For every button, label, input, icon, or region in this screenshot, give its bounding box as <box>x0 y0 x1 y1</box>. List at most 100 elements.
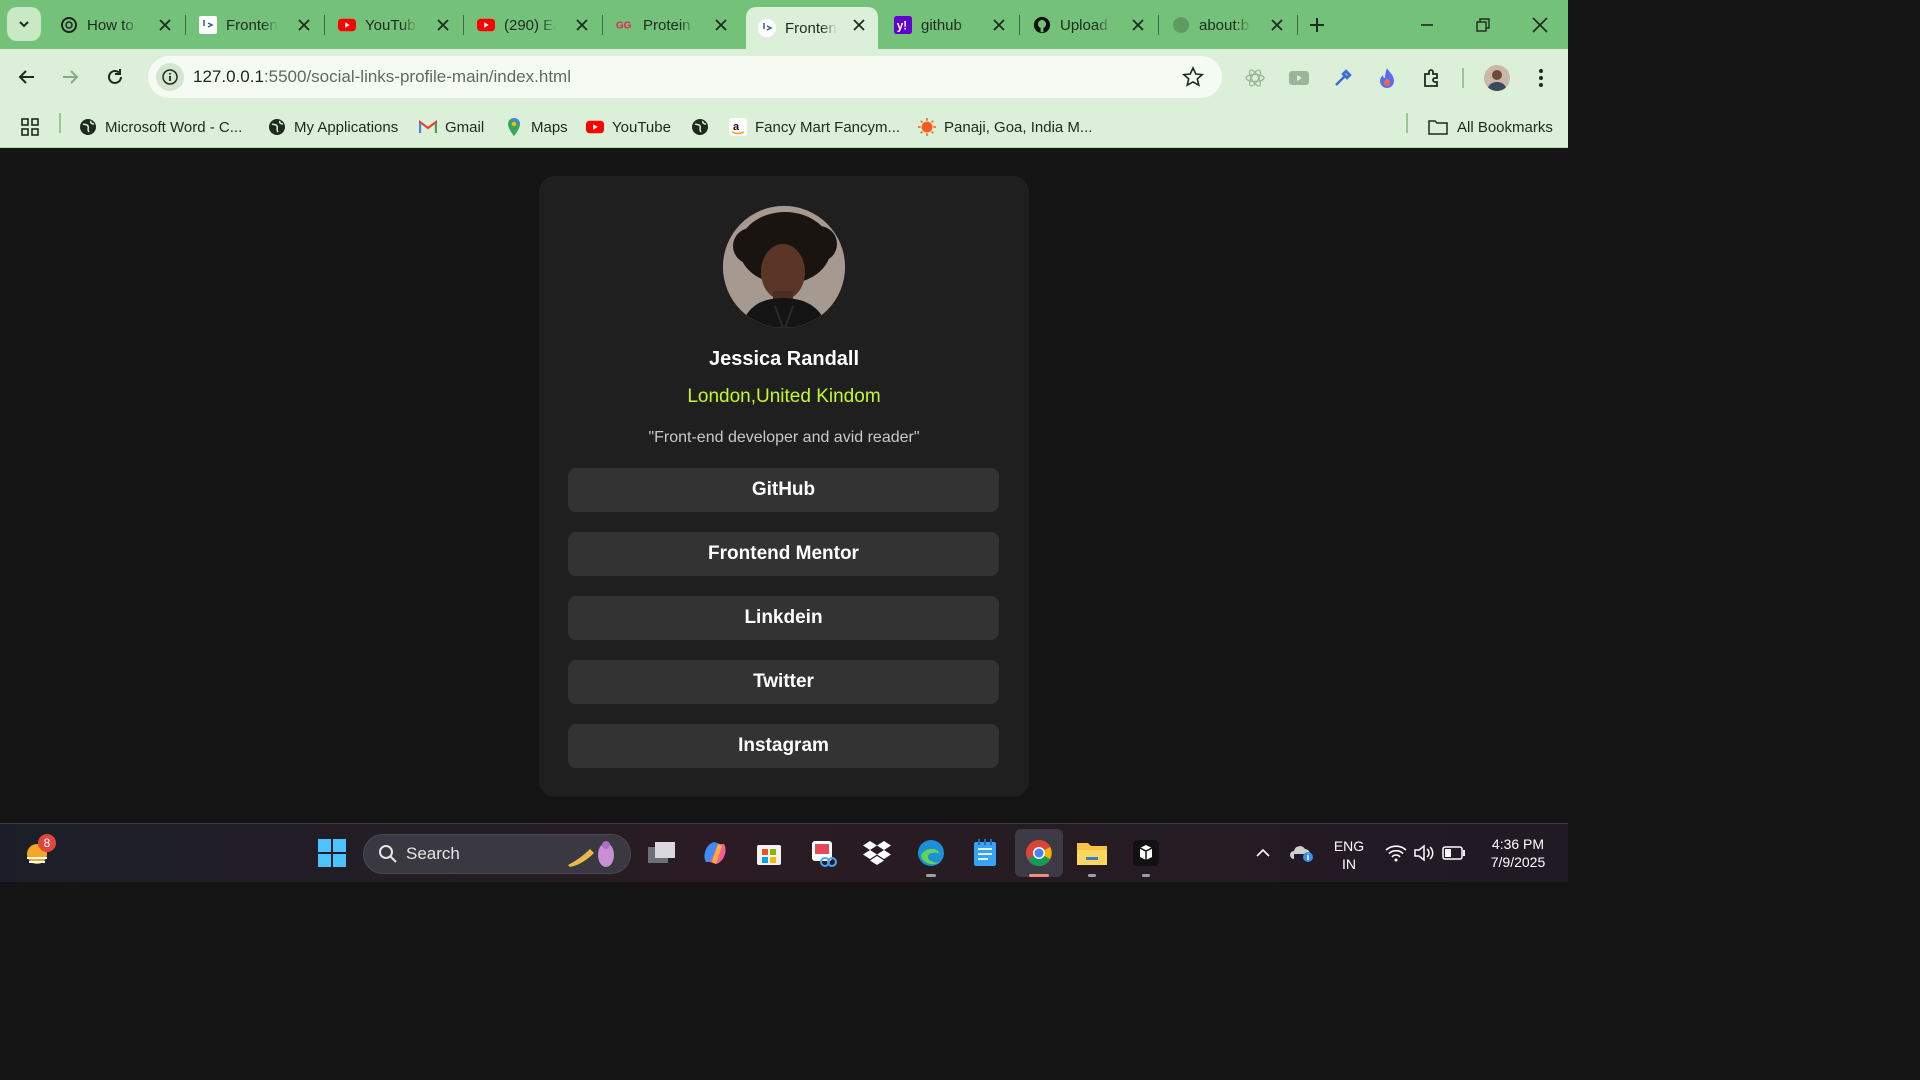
copilot-app[interactable] <box>697 835 733 871</box>
taskbar-search-box[interactable]: Search <box>363 834 631 874</box>
bookmark-item[interactable] <box>691 113 717 141</box>
language-indicator[interactable]: ENG IN <box>1330 837 1368 873</box>
tab-title: Frontend <box>785 19 837 37</box>
bookmark-item[interactable]: Maps <box>505 113 568 141</box>
reload-button[interactable] <box>101 63 129 91</box>
profile-avatar[interactable] <box>1484 65 1510 91</box>
tab-title: YouTube <box>365 16 417 34</box>
extensions-puzzle-icon[interactable] <box>1420 66 1444 90</box>
browser-menu-button[interactable] <box>1529 66 1553 90</box>
youtube-icon <box>338 16 356 34</box>
restore-button[interactable] <box>1468 10 1498 40</box>
edge-icon <box>918 840 944 866</box>
search-placeholder: Search <box>406 844 460 863</box>
url-path: :5500/social-links-profile-main/index.ht… <box>263 67 571 86</box>
folder-icon <box>1427 118 1449 136</box>
notepad-app[interactable] <box>967 835 1003 871</box>
file-explorer-app[interactable] <box>1074 835 1110 871</box>
task-view-icon <box>648 842 675 863</box>
start-button[interactable] <box>314 835 350 871</box>
all-bookmarks-label: All Bookmarks <box>1457 118 1553 136</box>
close-tab-icon[interactable] <box>573 16 591 34</box>
dropbox-app[interactable] <box>859 835 895 871</box>
instagram-link-button[interactable]: Instagram <box>568 724 999 768</box>
twitter-link-button[interactable]: Twitter <box>568 660 999 704</box>
address-bar[interactable]: 127.0.0.1:5500/social-links-profile-main… <box>148 56 1222 98</box>
bookmark-star-icon[interactable] <box>1182 66 1204 88</box>
close-window-button[interactable] <box>1525 10 1555 40</box>
site-info-button[interactable] <box>156 63 184 91</box>
frontend-mentor-link-button[interactable]: Frontend Mentor <box>568 532 999 576</box>
show-hidden-icons-button[interactable] <box>1245 835 1281 871</box>
svg-text:y!: y! <box>897 20 907 33</box>
tab-search-button[interactable] <box>7 7 41 41</box>
plus-icon <box>1310 18 1324 32</box>
windows-taskbar: 8 Search ENG IN 4:36 PM 7/9/2025 <box>0 823 1568 882</box>
profile-avatar-image <box>723 206 845 328</box>
close-tab-icon[interactable] <box>156 16 174 34</box>
bookmark-item[interactable]: Microsoft Word - C... <box>79 113 242 141</box>
clock[interactable]: 4:36 PM 7/9/2025 <box>1476 835 1560 871</box>
tab-6-active[interactable]: Frontend <box>746 7 878 49</box>
microsoft-store-app[interactable] <box>751 835 787 871</box>
bookmark-label: Maps <box>531 118 568 136</box>
tab-3[interactable]: YouTube <box>326 7 462 43</box>
bookmark-label: My Applications <box>294 118 399 136</box>
github-link-button[interactable]: GitHub <box>568 468 999 512</box>
close-tab-icon[interactable] <box>990 16 1008 34</box>
close-tab-icon[interactable] <box>295 16 313 34</box>
linkedin-link-button[interactable]: Linkdein <box>568 596 999 640</box>
tab-2[interactable]: Frontend <box>187 7 323 43</box>
task-view-button[interactable] <box>644 835 680 871</box>
tab-divider <box>1158 15 1159 35</box>
bookmark-label: Fancy Mart Fancym... <box>755 118 901 136</box>
video-extension-icon[interactable] <box>1287 66 1311 90</box>
chevron-up-icon <box>1256 848 1270 857</box>
wifi-icon <box>1385 845 1407 862</box>
minimize-button[interactable] <box>1412 10 1442 40</box>
close-tab-icon[interactable] <box>1268 16 1286 34</box>
tab-title: about:b <box>1199 16 1250 34</box>
apps-grid-icon <box>21 118 39 136</box>
url-host: 127.0.0.1 <box>193 67 264 86</box>
tab-4[interactable]: (290) Ea <box>465 7 601 43</box>
bookmark-item[interactable]: Panaji, Goa, India M... <box>918 113 1092 141</box>
all-bookmarks-button[interactable]: All Bookmarks <box>1427 113 1553 141</box>
tab-9[interactable]: about:b <box>1160 7 1296 43</box>
url-text: 127.0.0.1:5500/social-links-profile-main… <box>193 67 571 87</box>
new-tab-button[interactable] <box>1304 12 1330 38</box>
apps-button[interactable] <box>20 113 40 141</box>
frontend-mentor-icon <box>758 19 776 37</box>
battery-status[interactable] <box>1436 835 1472 871</box>
clock-date: 7/9/2025 <box>1490 854 1546 870</box>
bookmark-item[interactable]: a Fancy Mart Fancym... <box>729 113 900 141</box>
close-tab-icon[interactable] <box>712 16 730 34</box>
flame-extension-icon[interactable] <box>1375 66 1399 90</box>
search-icon <box>379 845 397 863</box>
chrome-icon <box>1026 840 1052 866</box>
tab-title: How to <box>87 16 134 34</box>
onedrive-status[interactable] <box>1284 835 1320 871</box>
tab-5[interactable]: GG Protein <box>604 7 740 43</box>
bookmark-item[interactable]: My Applications <box>268 113 398 141</box>
forward-button[interactable] <box>56 63 84 91</box>
chrome-app[interactable] <box>1021 835 1057 871</box>
tab-title: Frontend <box>226 16 278 34</box>
bookmark-item[interactable]: Gmail <box>419 113 484 141</box>
tab-7[interactable]: y! github <box>882 7 1018 43</box>
frontend-mentor-icon <box>199 16 217 34</box>
terminal-app[interactable] <box>1128 835 1164 871</box>
close-tab-icon[interactable] <box>434 16 452 34</box>
react-devtools-icon[interactable] <box>1243 66 1267 90</box>
snipping-tool-app[interactable] <box>805 835 841 871</box>
globe-icon <box>79 118 97 136</box>
bookmark-item[interactable]: YouTube <box>586 113 671 141</box>
close-tab-icon[interactable] <box>1129 16 1147 34</box>
back-button[interactable] <box>13 63 41 91</box>
tab-8[interactable]: Upload <box>1021 7 1157 43</box>
edge-app[interactable] <box>913 835 949 871</box>
tab-1[interactable]: How to <box>48 7 184 43</box>
close-tab-icon[interactable] <box>850 16 868 34</box>
color-picker-icon[interactable] <box>1331 66 1355 90</box>
github-icon <box>1033 16 1051 34</box>
